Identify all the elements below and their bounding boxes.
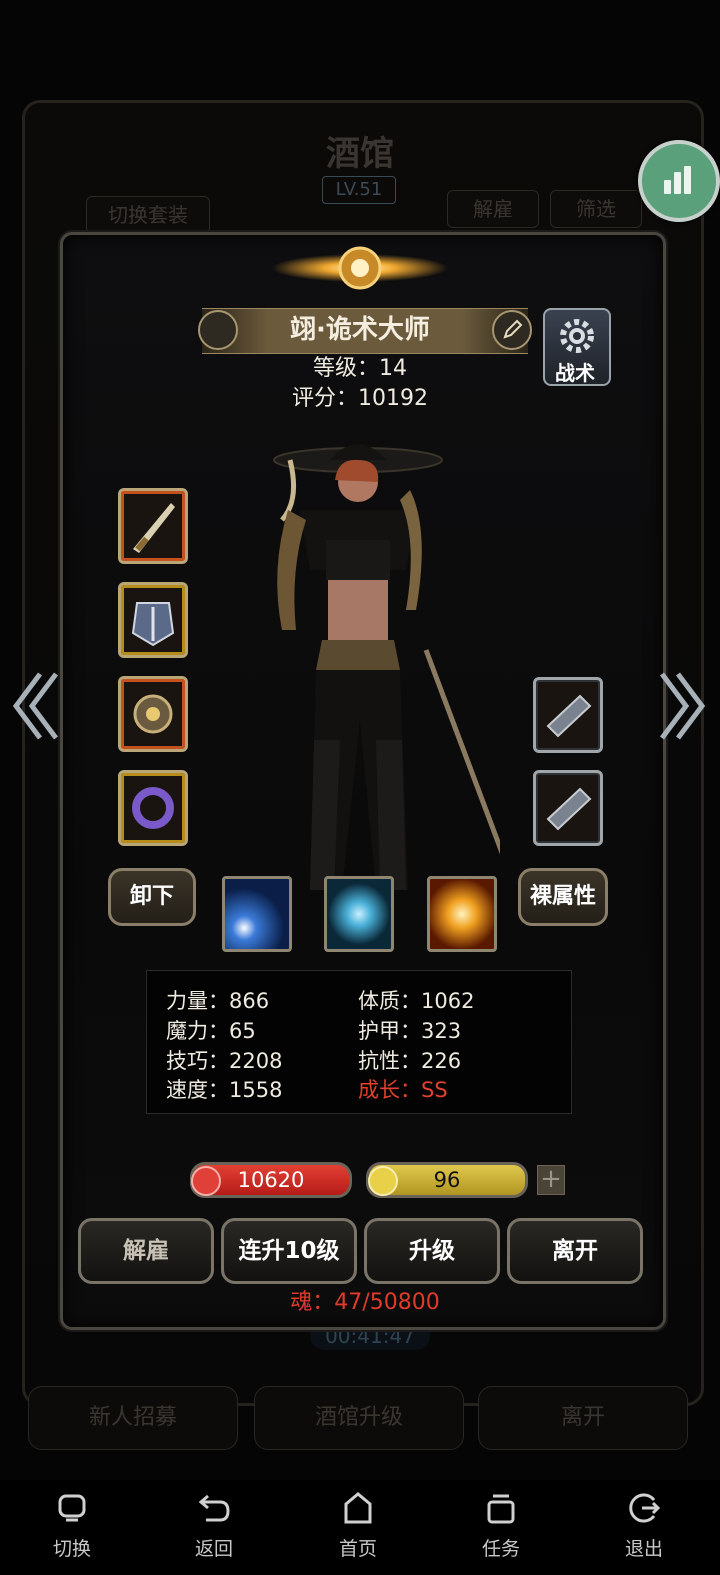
previous-hero-arrow-icon[interactable] <box>10 666 60 746</box>
ring-icon <box>132 787 174 829</box>
hp-value: 10620 <box>237 1168 305 1192</box>
armor-slot[interactable] <box>118 582 188 658</box>
nav-home[interactable]: 首页 <box>313 1490 403 1568</box>
add-energy-button[interactable]: + <box>537 1165 565 1195</box>
nav-back[interactable]: 返回 <box>169 1490 259 1568</box>
gauntlet-slot-2[interactable] <box>533 770 603 846</box>
soul-counter: 魂：47/50800 <box>290 1290 440 1315</box>
lightning-icon <box>368 1166 398 1196</box>
gear-icon <box>560 319 594 353</box>
stat-resistance: 抗性：226 <box>358 1049 462 1073</box>
emblem-ornament-icon <box>272 246 448 290</box>
stat-armor: 护甲：323 <box>358 1019 462 1043</box>
nav-exit-label: 退出 <box>624 1538 663 1560</box>
heart-icon <box>191 1166 221 1196</box>
home-icon <box>344 1492 372 1524</box>
switch-icon <box>58 1494 86 1522</box>
gauntlet-icon <box>546 694 592 738</box>
energy-value: 96 <box>433 1168 461 1192</box>
stat-speed: 速度：1558 <box>166 1078 283 1102</box>
switch-set-button[interactable]: 切换套装 <box>86 196 210 234</box>
tasks-icon <box>487 1494 515 1524</box>
tavern-level: LV.51 <box>322 176 396 204</box>
hero-name: 翊·诡术大师 <box>290 315 430 345</box>
skill-3-icon[interactable] <box>427 876 497 952</box>
level-up-button[interactable]: 升级 <box>364 1218 500 1284</box>
network-stats-widget[interactable] <box>638 140 720 222</box>
skill-1-icon[interactable] <box>222 876 292 952</box>
stat-constitution: 体质：1062 <box>358 989 475 1013</box>
tavern-title: 酒馆 <box>326 134 394 174</box>
accessory-slot[interactable] <box>118 676 188 752</box>
stat-strength: 力量：866 <box>166 989 270 1013</box>
gauntlet-icon <box>546 787 592 831</box>
bg-dismiss-button[interactable]: 解雇 <box>447 190 539 228</box>
skill-2-icon[interactable] <box>324 876 394 952</box>
leave-button[interactable]: 离开 <box>507 1218 643 1284</box>
level-up-10-button[interactable]: 连升10级 <box>221 1218 357 1284</box>
new-recruit-button[interactable]: 新人招募 <box>28 1386 238 1450</box>
ring-slot[interactable] <box>118 770 188 846</box>
stat-skill: 技巧：2208 <box>166 1049 283 1073</box>
naked-attributes-button[interactable]: 裸属性 <box>518 868 608 926</box>
chest-armor-icon <box>131 602 175 647</box>
edit-name-icon[interactable] <box>492 310 532 350</box>
back-arrow-icon <box>198 1494 230 1522</box>
weapon-slot[interactable] <box>118 488 188 564</box>
hero-level: 等级：14 <box>313 356 407 381</box>
filter-button[interactable]: 筛选 <box>550 190 642 228</box>
tavern-upgrade-button[interactable]: 酒馆升级 <box>254 1386 464 1450</box>
stat-magic: 魔力：65 <box>166 1019 256 1043</box>
dismiss-button[interactable]: 解雇 <box>78 1218 214 1284</box>
nav-tasks-label: 任务 <box>481 1538 520 1560</box>
dagger-icon <box>133 503 175 553</box>
nav-exit[interactable]: 退出 <box>599 1490 689 1568</box>
nav-switch[interactable]: 切换 <box>27 1490 117 1568</box>
nav-home-label: 首页 <box>338 1538 377 1560</box>
nav-back-label: 返回 <box>194 1538 233 1560</box>
signal-bar-icon <box>664 180 671 194</box>
gauntlet-slot-1[interactable] <box>533 677 603 753</box>
next-hero-arrow-icon[interactable] <box>658 666 708 746</box>
tactics-label: 战术 <box>555 361 595 385</box>
nav-switch-label: 切换 <box>52 1538 91 1560</box>
stat-growth: 成长：SS <box>358 1078 448 1102</box>
signal-bar-icon <box>684 166 691 194</box>
bg-leave-button[interactable]: 离开 <box>478 1386 688 1450</box>
amulet-icon <box>133 694 173 734</box>
nav-tasks[interactable]: 任务 <box>456 1490 546 1568</box>
signal-bar-icon <box>674 172 681 194</box>
unequip-button[interactable]: 卸下 <box>108 868 196 926</box>
hero-score: 评分：10192 <box>292 386 428 411</box>
exit-icon <box>629 1493 661 1523</box>
